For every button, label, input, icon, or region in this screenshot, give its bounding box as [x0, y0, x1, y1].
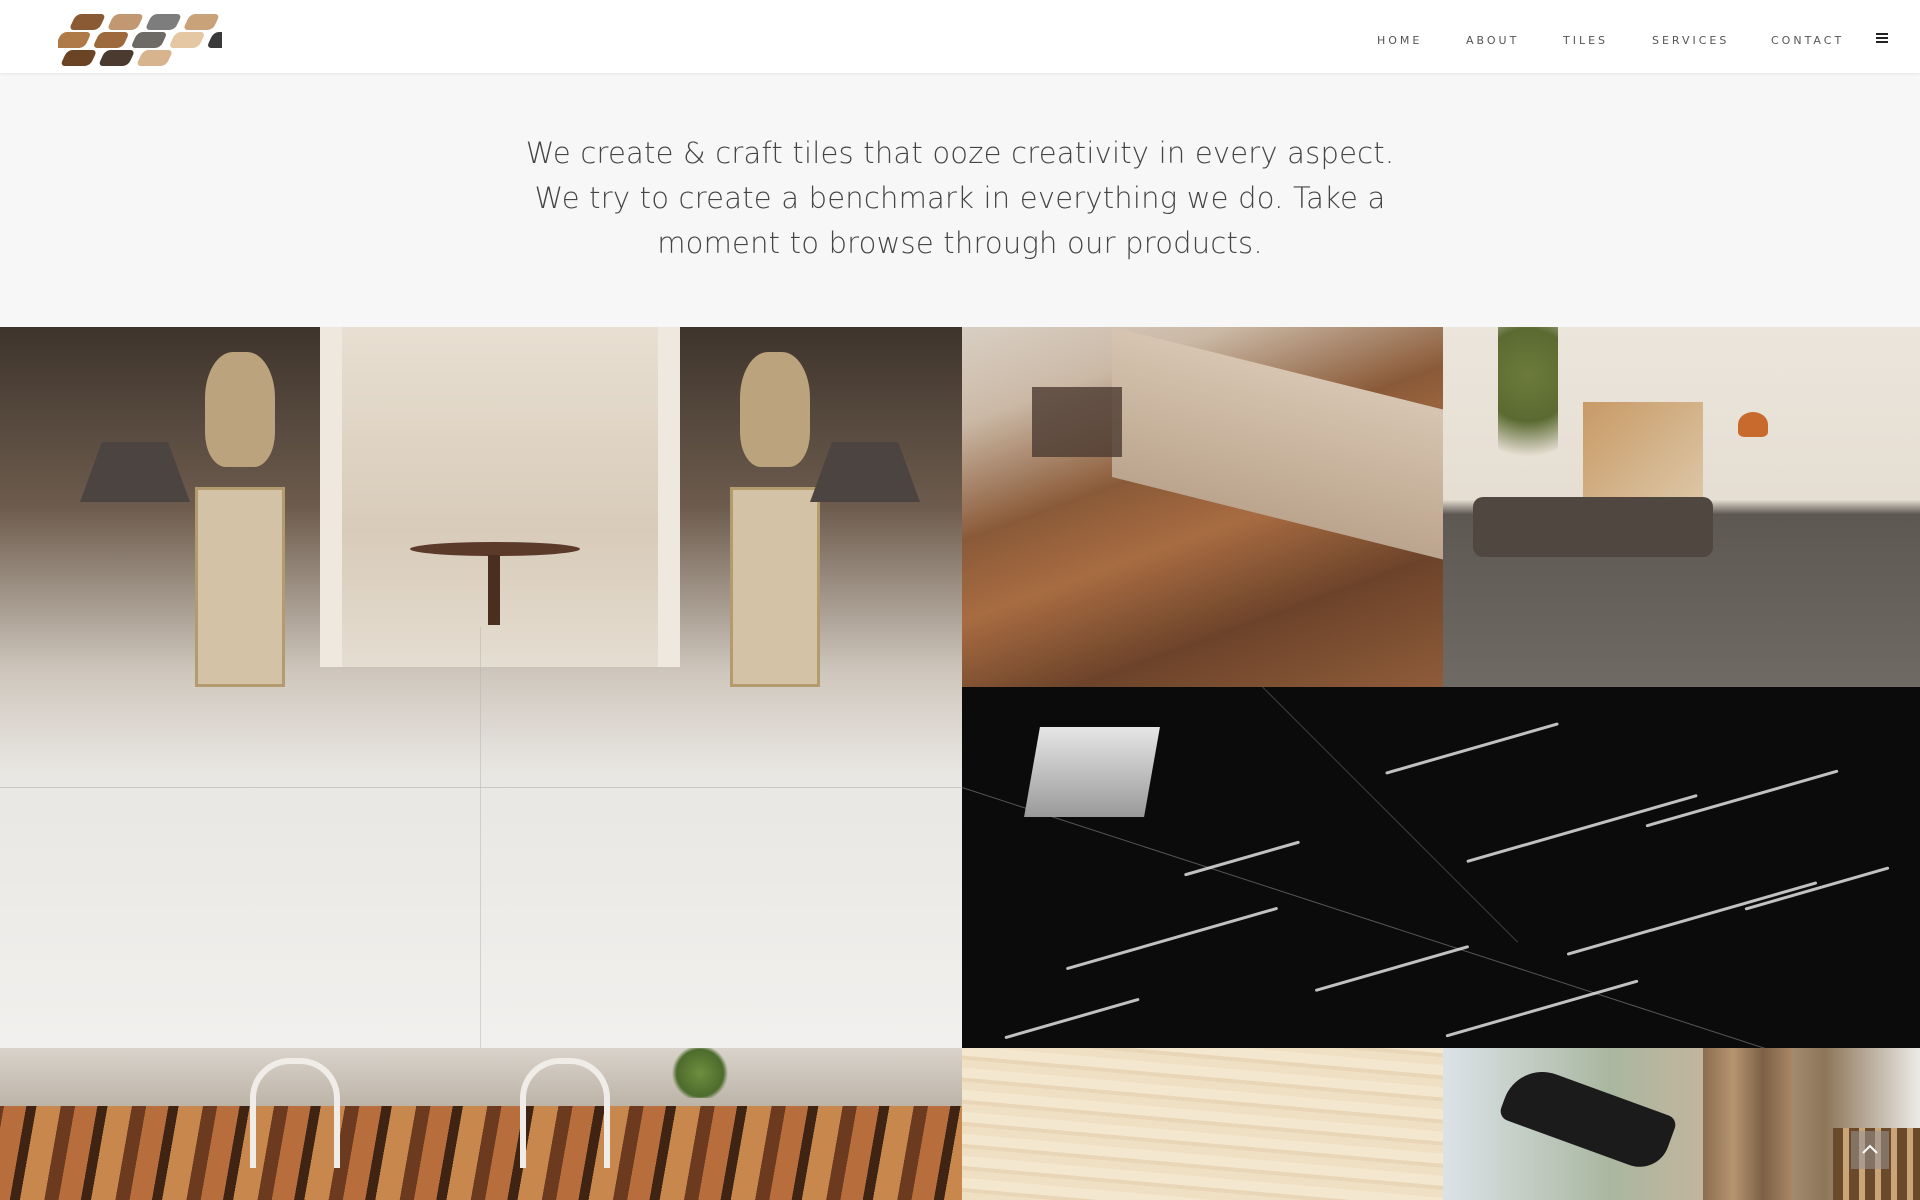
chevron-up-icon	[1862, 1144, 1878, 1154]
scroll-to-top-button[interactable]	[1851, 1131, 1889, 1169]
nav-about[interactable]: ABOUT	[1466, 34, 1519, 47]
site-header: HOME ABOUT TILES SERVICES CONTACT	[0, 0, 1920, 73]
gallery-tile-striped-wood-dining[interactable]	[0, 1048, 962, 1200]
gallery-tile-white-onyx-hallway[interactable]	[0, 327, 962, 1048]
main-nav: HOME ABOUT TILES SERVICES CONTACT	[0, 0, 1920, 73]
nav-home[interactable]: HOME	[1377, 34, 1422, 47]
nav-services[interactable]: SERVICES	[1652, 34, 1729, 47]
gallery-tile-wood-finish-living-room[interactable]	[962, 327, 1443, 687]
gallery-tile-travertine-beige[interactable]	[962, 1048, 1443, 1200]
gallery-tile-grey-marble-lounge[interactable]	[1443, 327, 1920, 687]
nav-contact[interactable]: CONTACT	[1771, 34, 1844, 47]
nav-tiles[interactable]: TILES	[1563, 34, 1608, 47]
gallery-tile-lounge-chair-room[interactable]	[1443, 1048, 1920, 1200]
hamburger-menu-icon[interactable]	[1876, 33, 1888, 43]
gallery-tile-black-marble-floor[interactable]	[962, 687, 1920, 1048]
intro-text: We create & craft tiles that ooze creati…	[525, 136, 1395, 260]
intro-section: We create & craft tiles that ooze creati…	[0, 73, 1920, 327]
